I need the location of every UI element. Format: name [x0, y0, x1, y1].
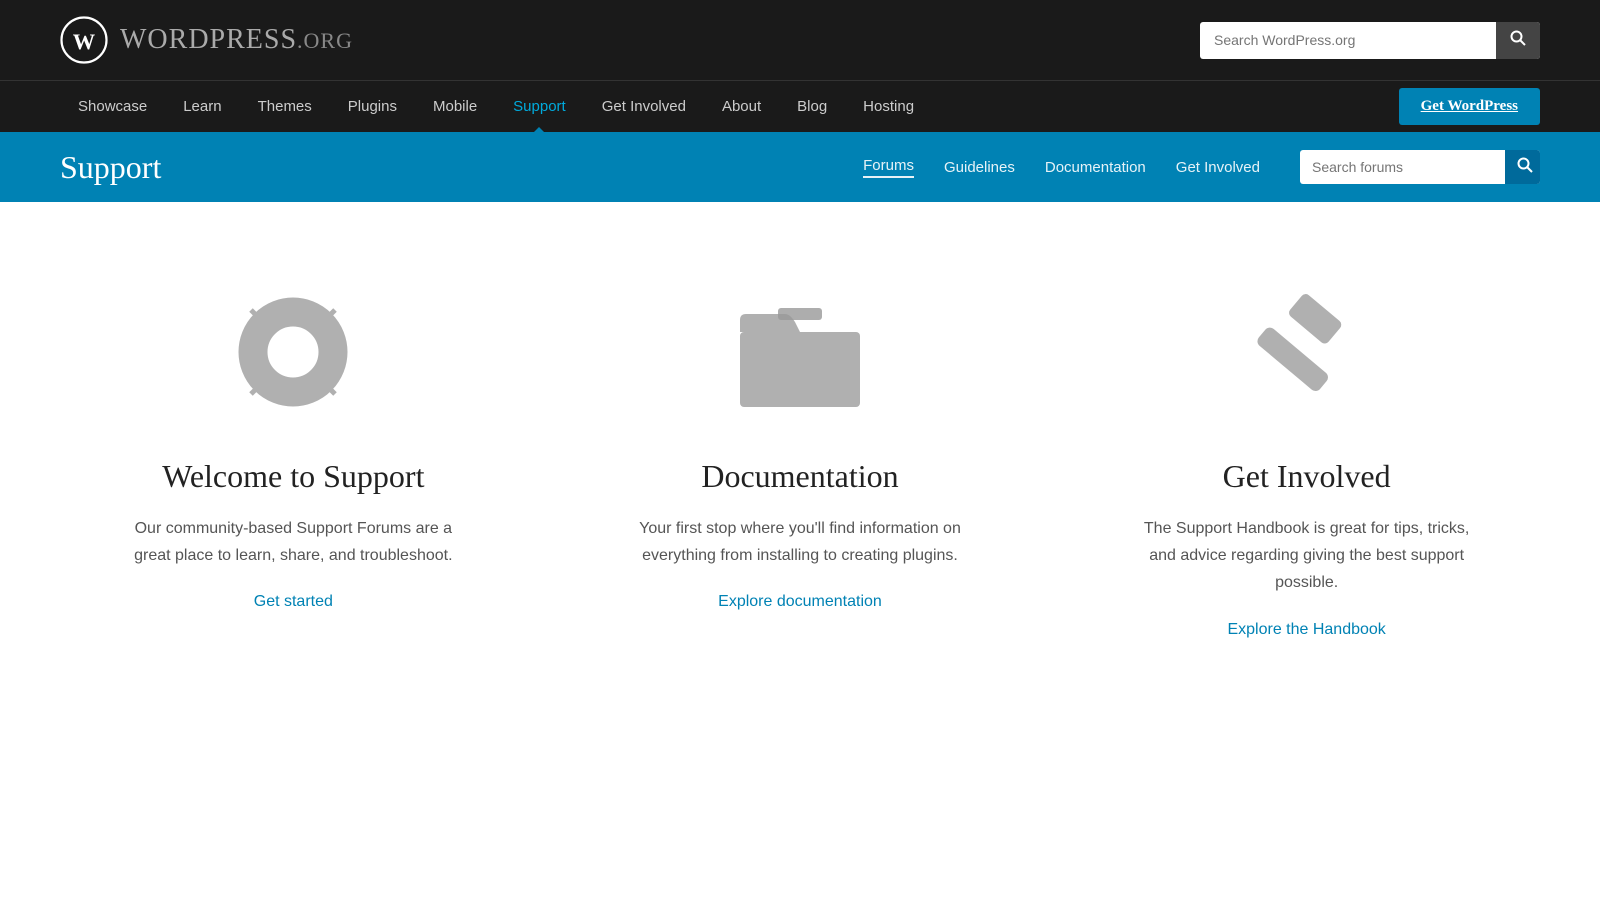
nav-item-hosting[interactable]: Hosting	[845, 81, 932, 133]
svg-text:W: W	[73, 29, 96, 54]
card-documentation-desc: Your first stop where you'll find inform…	[630, 515, 970, 569]
logo-area[interactable]: W WordPress.org	[60, 16, 353, 64]
top-search-input[interactable]	[1200, 24, 1496, 56]
search-icon	[1517, 157, 1533, 173]
hammer-icon	[1237, 282, 1377, 422]
support-nav: Forums Guidelines Documentation Get Invo…	[863, 157, 1260, 178]
support-bar: Support Forums Guidelines Documentation …	[0, 132, 1600, 202]
nav-item-plugins[interactable]: Plugins	[330, 81, 415, 133]
support-nav-forums[interactable]: Forums	[863, 157, 914, 178]
support-search-input[interactable]	[1300, 152, 1505, 182]
card-get-involved-desc: The Support Handbook is great for tips, …	[1137, 515, 1477, 597]
card-support-title: Welcome to Support	[162, 458, 424, 495]
search-icon	[1510, 30, 1526, 46]
card-get-involved: Get Involved The Support Handbook is gre…	[1087, 282, 1527, 639]
wordpress-logo-icon: W	[60, 16, 108, 64]
nav-item-about[interactable]: About	[704, 81, 779, 133]
top-bar: W WordPress.org	[0, 0, 1600, 80]
card-documentation: Documentation Your first stop where you'…	[580, 282, 1020, 611]
main-nav: Showcase Learn Themes Plugins Mobile Sup…	[0, 80, 1600, 132]
nav-item-learn[interactable]: Learn	[165, 81, 239, 133]
support-nav-get-involved[interactable]: Get Involved	[1176, 159, 1260, 176]
support-search-box[interactable]	[1300, 150, 1540, 184]
nav-item-support[interactable]: Support	[495, 81, 584, 133]
nav-item-showcase[interactable]: Showcase	[60, 81, 165, 133]
top-search-box[interactable]	[1200, 22, 1540, 59]
card-get-involved-title: Get Involved	[1223, 458, 1391, 495]
nav-item-blog[interactable]: Blog	[779, 81, 845, 133]
lifesaver-icon	[223, 282, 363, 422]
get-wordpress-button[interactable]: Get WordPress	[1399, 88, 1540, 125]
nav-links: Showcase Learn Themes Plugins Mobile Sup…	[60, 81, 932, 133]
card-documentation-link[interactable]: Explore documentation	[718, 593, 882, 611]
top-search-button[interactable]	[1496, 22, 1540, 59]
folder-icon	[730, 282, 870, 422]
support-nav-documentation[interactable]: Documentation	[1045, 159, 1146, 176]
card-support: Welcome to Support Our community-based S…	[73, 282, 513, 611]
main-content: Welcome to Support Our community-based S…	[0, 202, 1600, 739]
nav-item-get-involved[interactable]: Get Involved	[584, 81, 704, 133]
support-title: Support	[60, 149, 161, 186]
logo-text: WordPress.org	[120, 24, 353, 56]
support-nav-guidelines[interactable]: Guidelines	[944, 159, 1015, 176]
card-get-involved-link[interactable]: Explore the Handbook	[1227, 621, 1385, 639]
support-search-button[interactable]	[1505, 150, 1540, 184]
nav-item-mobile[interactable]: Mobile	[415, 81, 495, 133]
card-support-desc: Our community-based Support Forums are a…	[123, 515, 463, 569]
card-support-link[interactable]: Get started	[254, 593, 333, 611]
card-documentation-title: Documentation	[701, 458, 898, 495]
nav-item-themes[interactable]: Themes	[240, 81, 330, 133]
